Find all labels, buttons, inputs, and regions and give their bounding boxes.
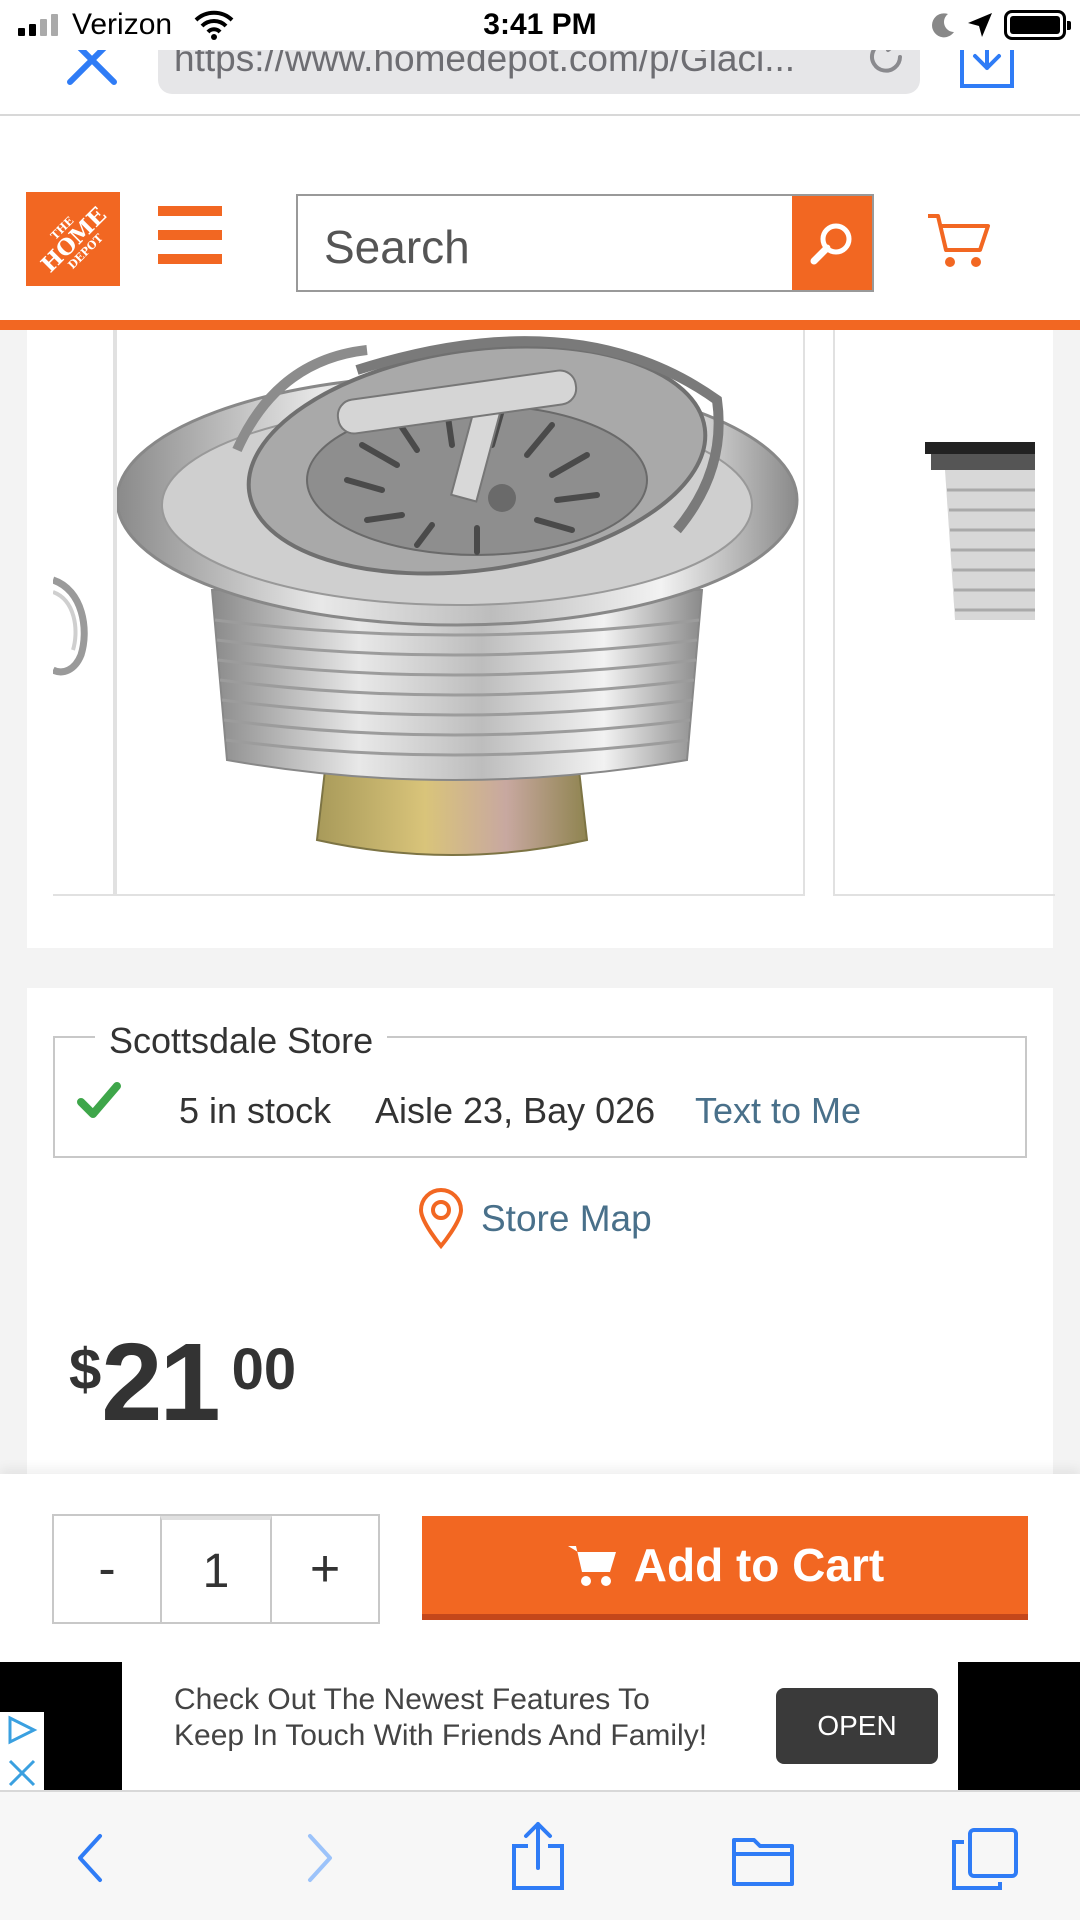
ad-content[interactable]: Check Out The Newest Features To Keep In… (122, 1662, 958, 1790)
aisle-location: Aisle 23, Bay 026 (375, 1090, 656, 1131)
quantity-input[interactable]: 1 (160, 1516, 272, 1622)
back-arrow-icon[interactable] (70, 1828, 110, 1888)
stock-count: 5 in stock (179, 1090, 332, 1131)
ad-choices[interactable] (0, 1712, 44, 1790)
cart-icon[interactable] (926, 212, 992, 270)
ad-close-icon[interactable] (0, 1753, 44, 1793)
purchase-bar: - 1 + Add to Cart (0, 1474, 1080, 1662)
forward-arrow-icon[interactable] (300, 1828, 340, 1888)
store-name: Scottsdale Store (95, 1020, 388, 1062)
price-dollars: 21 (101, 1321, 220, 1444)
battery-icon (1004, 10, 1071, 40)
store-map-link[interactable]: Store Map (417, 1188, 652, 1250)
search-button[interactable] (792, 194, 874, 292)
ad-line-2: Keep In Touch With Friends And Family! (174, 1719, 708, 1752)
ad-open-button[interactable]: OPEN (776, 1688, 938, 1764)
site-header: THE HOME DEPOT Search (0, 116, 1080, 330)
ad-text: Check Out The Newest Features To Keep In… (174, 1682, 707, 1754)
price-cents: 00 (231, 1337, 297, 1402)
search-input[interactable]: Search (296, 194, 794, 292)
status-bar: Verizon 3:41 PM (0, 0, 1080, 50)
map-pin-icon (418, 1188, 464, 1250)
search-icon (810, 223, 852, 265)
clock: 3:41 PM (483, 8, 597, 41)
add-to-cart-label: Add to Cart (633, 1539, 885, 1591)
ad-info-icon (8, 1715, 38, 1745)
home-depot-logo[interactable]: THE HOME DEPOT (26, 192, 120, 286)
share-icon[interactable] (508, 1820, 568, 1892)
bookmarks-icon[interactable] (730, 1832, 796, 1888)
product-image-carousel[interactable] (27, 330, 1055, 948)
store-stock-box: Scottsdale Store 5 in stock Aisle 23, Ba… (53, 1020, 1027, 1158)
search-placeholder: Search (324, 221, 470, 273)
moon-icon (932, 13, 954, 38)
store-map-label: Store Map (481, 1198, 652, 1239)
browser-toolbar (0, 1790, 1080, 1920)
store-availability-card: Scottsdale Store 5 in stock Aisle 23, Ba… (27, 988, 1053, 1478)
price-currency: $ (69, 1337, 102, 1402)
product-price: $ 21 00 (69, 1328, 296, 1438)
tabs-icon[interactable] (950, 1826, 1020, 1892)
increase-quantity-button[interactable]: + (272, 1516, 378, 1622)
quantity-stepper: - 1 + (52, 1514, 380, 1624)
product-image-main[interactable] (115, 330, 805, 896)
product-image-next[interactable] (833, 330, 1055, 896)
product-image-previous[interactable] (53, 330, 115, 896)
decrease-quantity-button[interactable]: - (54, 1516, 160, 1622)
text-to-me-link[interactable]: Text to Me (695, 1090, 861, 1132)
location-arrow-icon (968, 13, 992, 37)
ad-banner[interactable]: Check Out The Newest Features To Keep In… (0, 1662, 1080, 1790)
cart-icon (567, 1546, 616, 1586)
hamburger-menu-icon[interactable] (158, 206, 222, 264)
check-icon (77, 1082, 121, 1118)
add-to-cart-button[interactable]: Add to Cart (422, 1516, 1028, 1620)
ad-line-1: Check Out The Newest Features To (174, 1683, 650, 1716)
